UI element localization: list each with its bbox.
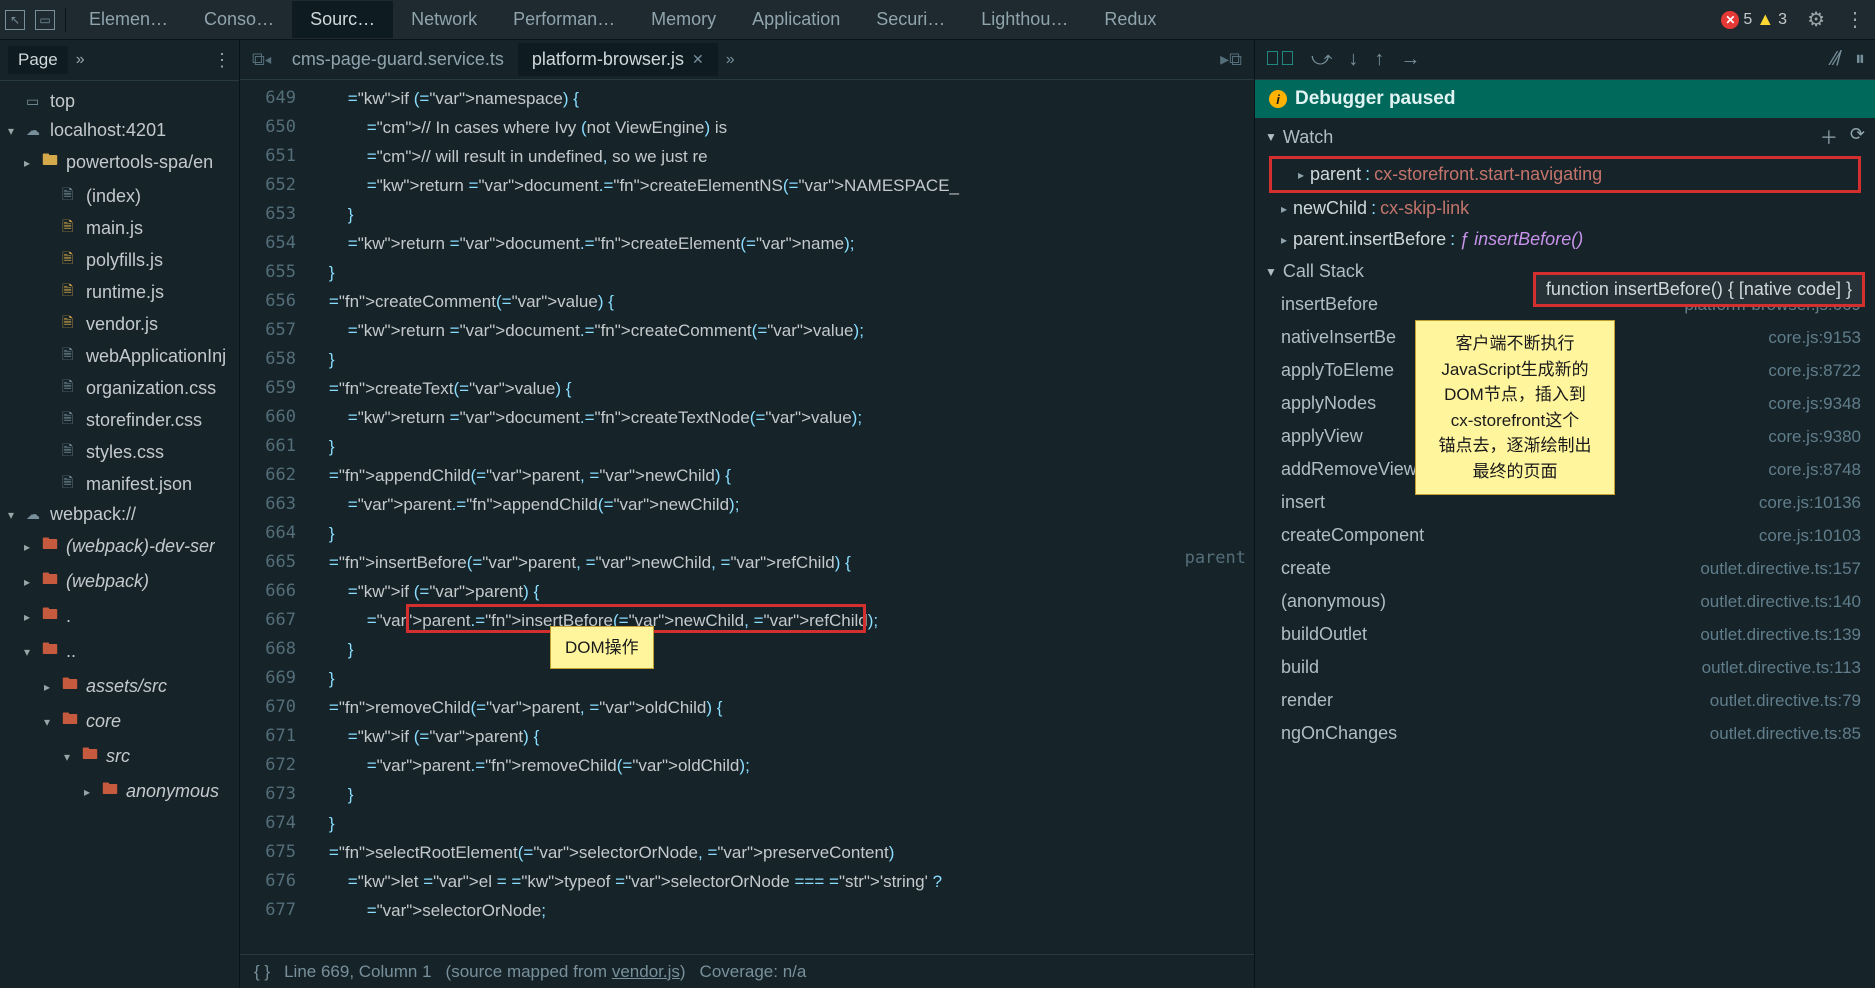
resume-icon[interactable]: ▶⃕ <box>1265 48 1295 71</box>
close-tab-icon[interactable]: ✕ <box>692 51 704 68</box>
tree-item[interactable]: ▸🖿. <box>0 599 239 634</box>
main-toolbar: ↖ ▭ Elemen…Conso…Sourc…NetworkPerforman…… <box>0 0 1875 40</box>
debugger-status-banner: i Debugger paused <box>1255 80 1875 118</box>
more-file-tabs-icon[interactable]: » <box>726 51 735 69</box>
tree-item[interactable]: ▾🖿src <box>0 739 239 774</box>
callstack-frame[interactable]: (anonymous)outlet.directive.ts:140 <box>1255 585 1875 618</box>
callstack-frame[interactable]: buildOutletoutlet.directive.ts:139 <box>1255 618 1875 651</box>
tree-item[interactable]: 🗎runtime.js <box>0 276 239 308</box>
more-tabs-icon[interactable]: » <box>76 51 85 69</box>
tree-item[interactable]: 🗎manifest.json <box>0 468 239 500</box>
dom-annotation: DOM操作 <box>550 626 654 669</box>
callstack-frame[interactable]: ngOnChangesoutlet.directive.ts:85 <box>1255 717 1875 750</box>
panel-tab[interactable]: Lighthou… <box>963 1 1086 38</box>
watch-section-header[interactable]: ▼Watch ＋⟳ <box>1255 118 1875 156</box>
panel-tab[interactable]: Performan… <box>495 1 633 38</box>
nav-back-icon[interactable]: ⧉◂ <box>246 49 278 70</box>
panel-tab[interactable]: Memory <box>633 1 734 38</box>
deactivate-breakpoints-icon[interactable]: ⁄⁄̸ <box>1832 48 1839 71</box>
tree-item[interactable]: 🗎polyfills.js <box>0 244 239 276</box>
tree-item[interactable]: 🗎styles.css <box>0 436 239 468</box>
tree-item[interactable]: ▾🖿core <box>0 704 239 739</box>
warning-icon: ▲ <box>1756 9 1774 30</box>
file-tab[interactable]: cms-page-guard.service.ts <box>278 43 518 76</box>
callstack-frame[interactable]: renderoutlet.directive.ts:79 <box>1255 684 1875 717</box>
error-icon: ✕ <box>1721 11 1739 29</box>
debugger-panel: ▶⃕ ⤻ ↓ ↑ → ⁄⁄̸ ⏸ i Debugger paused ▼Watc… <box>1255 40 1875 988</box>
sidebar-menu-icon[interactable]: ⋮ <box>213 50 231 71</box>
line-gutter: 6496506516526536546556566576586596606616… <box>240 80 310 954</box>
callstack-frame[interactable]: createoutlet.directive.ts:157 <box>1255 552 1875 585</box>
tree-item[interactable]: ▸🖿assets/src <box>0 669 239 704</box>
tree-item[interactable]: ▸🖿(webpack)-dev-ser <box>0 529 239 564</box>
tree-item[interactable]: 🗎webApplicationInj <box>0 340 239 372</box>
settings-icon[interactable]: ⚙ <box>1797 7 1835 32</box>
info-icon: i <box>1269 90 1287 108</box>
panel-tab[interactable]: Securi… <box>858 1 963 38</box>
nav-forward-icon[interactable]: ▸⧉ <box>1214 49 1248 70</box>
watch-item[interactable]: ▸parent.insertBefore: ƒ insertBefore() <box>1255 224 1875 255</box>
tree-item[interactable]: 🗎main.js <box>0 212 239 244</box>
tree-item[interactable]: 🗎storefinder.css <box>0 404 239 436</box>
panel-tab[interactable]: Elemen… <box>71 1 186 38</box>
code-view[interactable]: ="kw">if (="var">namespace) { ="cm">// I… <box>310 80 1254 954</box>
tree-item[interactable]: ▸🖿(webpack) <box>0 564 239 599</box>
file-tab[interactable]: platform-browser.js ✕ <box>518 43 718 76</box>
step-out-icon[interactable]: ↑ <box>1374 48 1384 71</box>
panel-tab[interactable]: Network <box>393 1 495 38</box>
tree-item[interactable]: ▾🖿.. <box>0 634 239 669</box>
cursor-position: Line 669, Column 1 <box>284 962 431 982</box>
warning-count: 3 <box>1778 11 1787 29</box>
tree-item[interactable]: ▾☁localhost:4201 <box>0 116 239 145</box>
annotation-tooltip: 客户端不断执行JavaScript生成新的DOM节点，插入到cx-storefr… <box>1415 320 1615 495</box>
panel-tab[interactable]: Conso… <box>186 1 292 38</box>
braces-icon[interactable]: { } <box>254 962 270 982</box>
inspect-icon[interactable]: ↖ <box>0 5 30 35</box>
device-icon[interactable]: ▭ <box>30 5 60 35</box>
callstack-frame[interactable]: createComponentcore.js:10103 <box>1255 519 1875 552</box>
native-code-tooltip: function insertBefore() { [native code] … <box>1533 272 1865 307</box>
tree-item[interactable]: 🗎vendor.js <box>0 308 239 340</box>
refresh-watch-icon[interactable]: ⟳ <box>1850 124 1865 150</box>
panel-tab[interactable]: Sourc… <box>292 1 393 38</box>
watch-item[interactable]: ▸parent: cx-storefront.start-navigating <box>1269 156 1861 193</box>
tree-item[interactable]: 🗎organization.css <box>0 372 239 404</box>
watch-item[interactable]: ▸newChild: cx-skip-link <box>1255 193 1875 224</box>
panel-tab[interactable]: Application <box>734 1 858 38</box>
file-tree: ▭top▾☁localhost:4201▸🖿powertools-spa/en🗎… <box>0 81 239 815</box>
pause-icon[interactable]: ⏸ <box>1855 48 1865 71</box>
tree-item[interactable]: ▸🖿powertools-spa/en <box>0 145 239 180</box>
error-count: 5 <box>1743 11 1752 29</box>
step-into-icon[interactable]: ↓ <box>1348 48 1358 71</box>
tree-item[interactable]: 🗎(index) <box>0 180 239 212</box>
page-tab[interactable]: Page <box>8 46 68 74</box>
inline-hint: parent <box>1185 544 1246 573</box>
panel-tab[interactable]: Redux <box>1086 1 1174 38</box>
callstack-frame[interactable]: buildoutlet.directive.ts:113 <box>1255 651 1875 684</box>
status-counts[interactable]: ✕ 5 ▲ 3 <box>1721 9 1797 30</box>
add-watch-icon[interactable]: ＋ <box>1820 124 1838 150</box>
navigator-sidebar: Page » ⋮ ▭top▾☁localhost:4201▸🖿powertool… <box>0 40 240 988</box>
source-map-info: (source mapped from vendor.js) <box>446 962 686 982</box>
tree-item[interactable]: ▸🖿anonymous <box>0 774 239 809</box>
step-over-icon[interactable]: ⤻ <box>1311 48 1332 71</box>
coverage-info: Coverage: n/a <box>700 962 807 982</box>
editor-status-bar: { } Line 669, Column 1 (source mapped fr… <box>240 954 1254 988</box>
tree-item[interactable]: ▾☁webpack:// <box>0 500 239 529</box>
more-icon[interactable]: ⋮ <box>1835 7 1875 32</box>
step-icon[interactable]: → <box>1400 48 1420 71</box>
editor-area: ⧉◂ cms-page-guard.service.tsplatform-bro… <box>240 40 1255 988</box>
tree-item[interactable]: ▭top <box>0 87 239 116</box>
